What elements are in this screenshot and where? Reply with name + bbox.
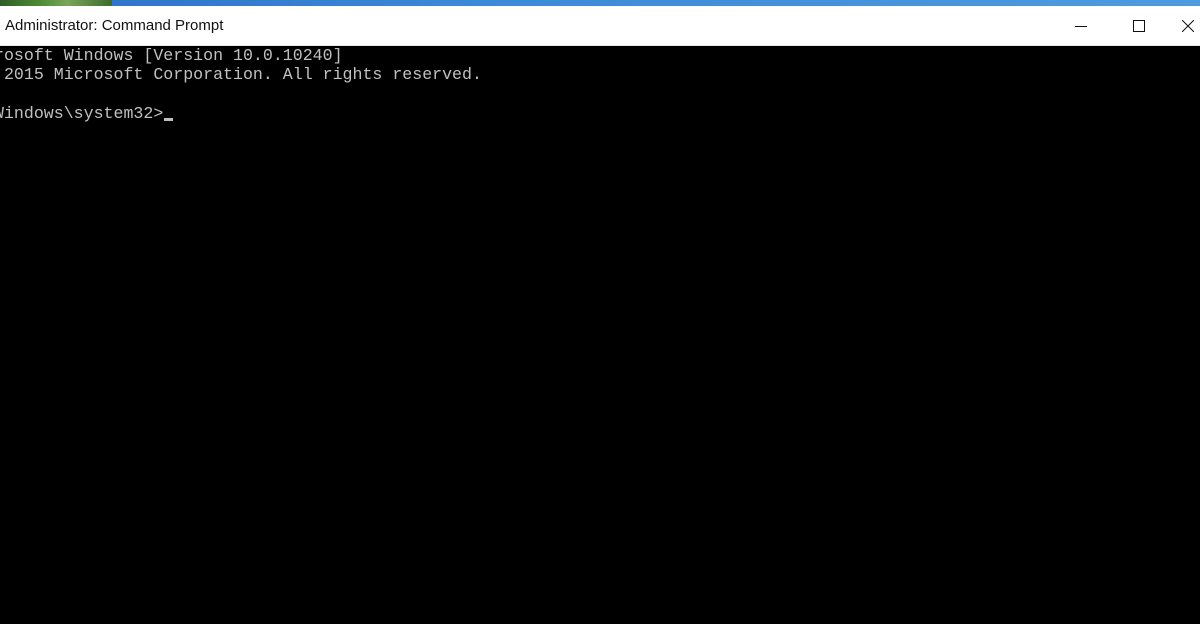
window-bottom-edge — [0, 624, 1200, 630]
console-prompt: Windows\system32> — [0, 104, 164, 123]
console-output[interactable]: rosoft Windows [Version 10.0.10240] 2015… — [0, 46, 1200, 624]
minimize-icon — [1075, 26, 1087, 27]
maximize-button[interactable] — [1110, 6, 1168, 46]
minimize-button[interactable] — [1052, 6, 1110, 46]
window-title: Administrator: Command Prompt — [5, 17, 224, 34]
console-line-version: rosoft Windows [Version 10.0.10240] — [0, 46, 343, 65]
title-bar[interactable]: Administrator: Command Prompt — [0, 6, 1200, 46]
close-icon — [1182, 20, 1194, 32]
command-prompt-window[interactable]: Administrator: Command Prompt rosoft Win… — [0, 6, 1200, 630]
close-button[interactable] — [1168, 6, 1200, 46]
maximize-icon — [1133, 20, 1145, 32]
text-cursor — [164, 118, 174, 121]
console-prompt-line[interactable]: Windows\system32> — [0, 104, 174, 124]
console-line-copyright: 2015 Microsoft Corporation. All rights r… — [0, 65, 482, 84]
screen: Administrator: Command Prompt rosoft Win… — [0, 0, 1200, 630]
